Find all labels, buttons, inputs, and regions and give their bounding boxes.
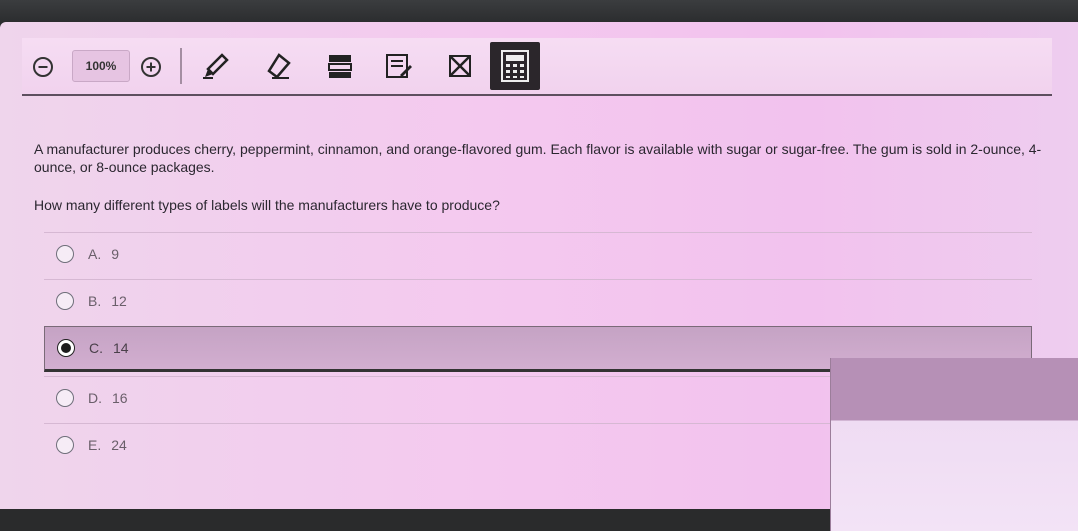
radio-button[interactable]: [56, 389, 74, 407]
zoom-level-display: 100%: [72, 50, 130, 82]
choice-letter: D.: [88, 390, 102, 406]
zoom-out-icon[interactable]: [30, 54, 56, 80]
toolbar: 100%: [22, 38, 1052, 96]
choice-letter: C.: [89, 340, 103, 356]
answer-eliminator-icon[interactable]: [442, 50, 478, 82]
calculator-icon[interactable]: [490, 42, 540, 90]
pencil-icon[interactable]: [198, 50, 234, 82]
radio-button[interactable]: [56, 245, 74, 263]
answer-choice-a[interactable]: A. 9: [44, 232, 1032, 275]
radio-button-selected[interactable]: [57, 339, 75, 357]
zoom-in-icon[interactable]: [138, 54, 164, 80]
test-window: 100% A manufacturer produces cherry, pep…: [0, 22, 1078, 531]
toolbar-divider: [180, 48, 182, 84]
overlay-window[interactable]: [830, 358, 1078, 531]
question-prompt: How many different types of labels will …: [34, 197, 500, 213]
choice-value: 16: [112, 390, 128, 406]
choice-value: 14: [113, 340, 129, 356]
notes-icon[interactable]: [380, 50, 416, 82]
radio-button[interactable]: [56, 292, 74, 310]
choice-letter: E.: [88, 437, 102, 453]
choice-letter: B.: [88, 293, 102, 309]
highlighter-icon[interactable]: [322, 50, 358, 82]
eraser-icon[interactable]: [260, 50, 296, 82]
choice-value: 9: [111, 246, 120, 262]
choice-value: 24: [111, 437, 127, 453]
radio-button[interactable]: [56, 436, 74, 454]
answer-choice-b[interactable]: B. 12: [44, 279, 1032, 322]
question-stem: A manufacturer produces cherry, peppermi…: [34, 141, 1042, 175]
choice-letter: A.: [88, 246, 102, 262]
choice-value: 12: [111, 293, 127, 309]
